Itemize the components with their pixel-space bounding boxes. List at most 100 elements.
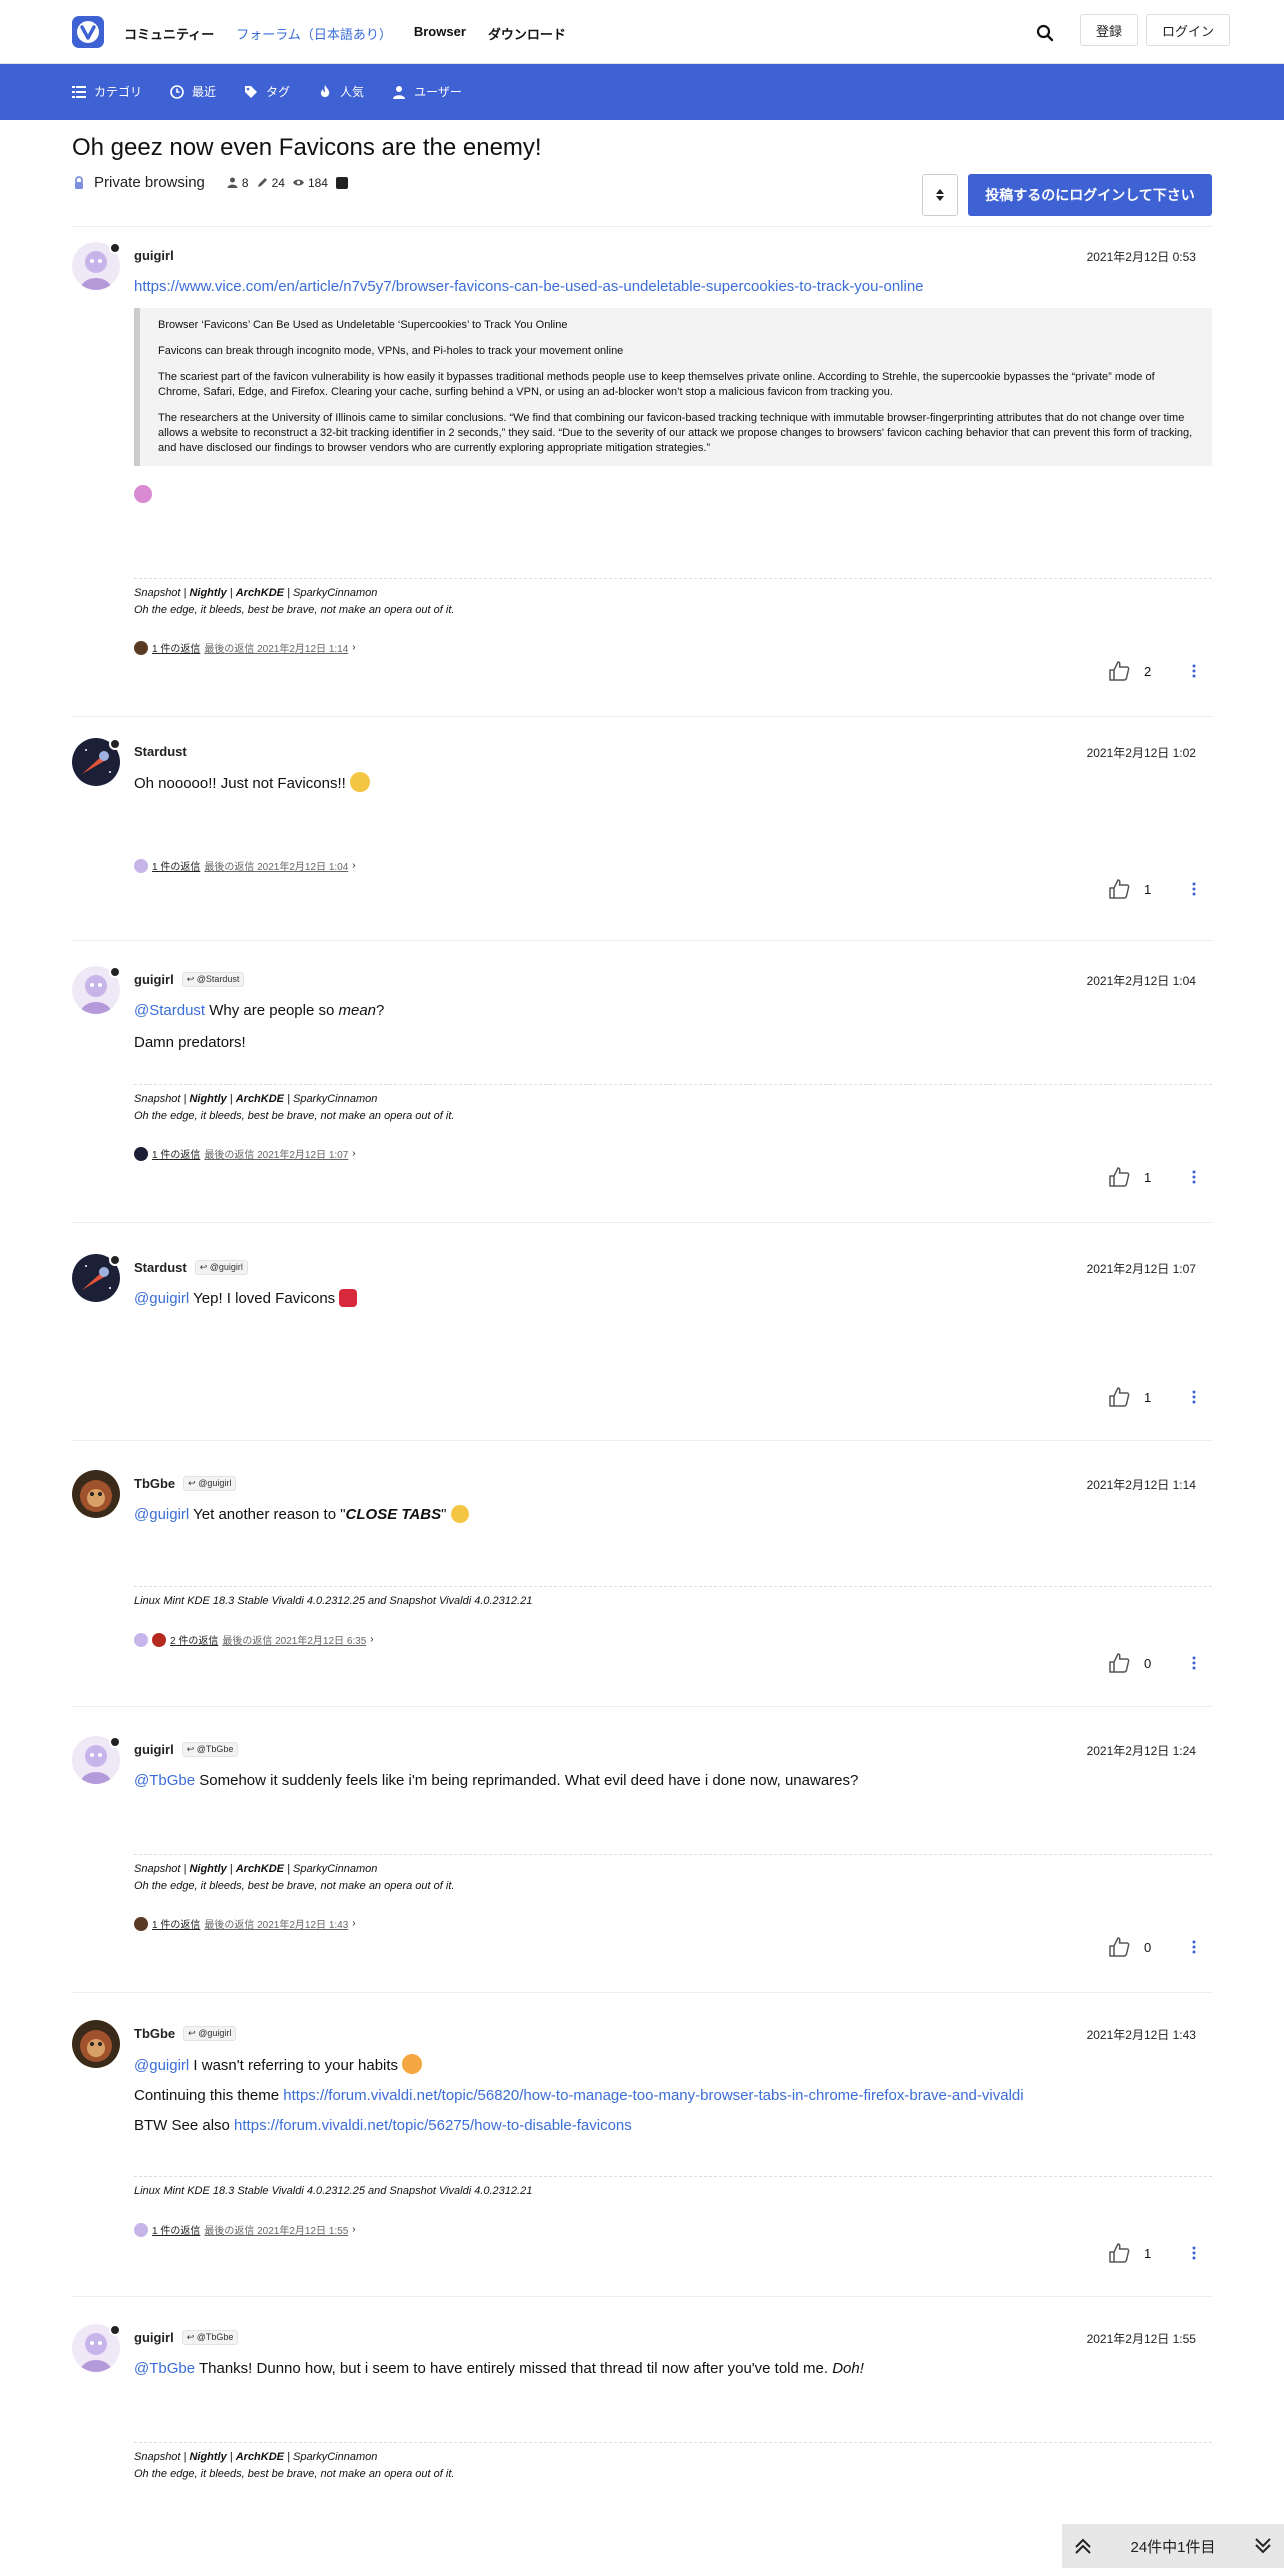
replies-bar[interactable]: 2 件の返信 最後の返信 2021年2月12日 6:35 › — [134, 1632, 374, 1647]
nav-forum[interactable]: フォーラム（日本語あり） — [236, 24, 392, 43]
rss-icon[interactable] — [335, 176, 348, 189]
search-icon[interactable] — [1036, 24, 1054, 42]
thumbs-up-icon[interactable] — [1108, 1652, 1130, 1674]
mention-link[interactable]: @Stardust — [134, 1002, 205, 1019]
author-name[interactable]: guigirl — [134, 248, 174, 263]
subnav-categories[interactable]: カテゴリ — [72, 83, 142, 100]
more-options-icon[interactable] — [1192, 664, 1196, 678]
replies-count[interactable]: 1 件の返信 — [152, 640, 200, 655]
replies-bar[interactable]: 1 件の返信 最後の返信 2021年2月12日 1:55 › — [134, 2222, 356, 2237]
thumbs-up-icon[interactable] — [1108, 1166, 1130, 1188]
post-separator — [72, 716, 1212, 717]
nav-browser[interactable]: Browser — [414, 24, 466, 43]
reply-to-badge[interactable]: ↩ @guigirl — [183, 2026, 237, 2041]
thumbs-up-icon[interactable] — [1108, 1386, 1130, 1408]
views-stat: 184 — [292, 176, 328, 190]
post-separator — [72, 1222, 1212, 1223]
double-chevron-up-icon[interactable] — [1072, 2535, 1094, 2557]
more-options-icon[interactable] — [1192, 1170, 1196, 1184]
replies-count[interactable]: 1 件の返信 — [152, 1916, 200, 1931]
author-name[interactable]: TbGbe ↩ @guigirl — [134, 1476, 237, 1491]
subnav-recent[interactable]: 最近 — [170, 83, 216, 100]
more-options-icon[interactable] — [1192, 1656, 1196, 1670]
last-reply[interactable]: 最後の返信 2021年2月12日 1:07 — [204, 1146, 348, 1161]
quote-paragraph: Browser ‘Favicons’ Can Be Used as Undele… — [158, 319, 568, 331]
nav-download[interactable]: ダウンロード — [488, 24, 566, 43]
mention-link[interactable]: @guigirl — [134, 2057, 189, 2074]
thumbs-up-icon[interactable] — [1108, 878, 1130, 900]
author-name[interactable]: guigirl ↩ @Stardust — [134, 972, 245, 987]
more-options-icon[interactable] — [1192, 2246, 1196, 2260]
replies-bar[interactable]: 1 件の返信 最後の返信 2021年2月12日 1:04 › — [134, 858, 356, 873]
post-text: " — [441, 1506, 447, 1523]
subnav-popular[interactable]: 人気 — [318, 83, 364, 100]
chevron-right-icon: › — [352, 642, 356, 653]
woman-shrugging-emoji — [134, 485, 152, 503]
replies-bar[interactable]: 1 件の返信 最後の返信 2021年2月12日 1:14 › — [134, 640, 356, 655]
avatar[interactable] — [72, 1470, 120, 1518]
reply-avatar — [134, 2222, 148, 2237]
sort-button[interactable] — [922, 174, 958, 216]
replies-bar[interactable]: 1 件の返信 最後の返信 2021年2月12日 1:43 › — [134, 1916, 356, 1931]
author-name[interactable]: TbGbe ↩ @guigirl — [134, 2026, 237, 2041]
posts-count: 24 — [271, 175, 285, 190]
replies-count[interactable]: 2 件の返信 — [170, 1632, 218, 1647]
more-options-icon[interactable] — [1192, 882, 1196, 896]
more-options-icon[interactable] — [1192, 1390, 1196, 1404]
replies-count[interactable]: 1 件の返信 — [152, 2222, 200, 2237]
last-reply[interactable]: 最後の返信 2021年2月12日 1:55 — [204, 2222, 348, 2237]
category-link[interactable]: Private browsing — [94, 174, 205, 191]
last-reply[interactable]: 最後の返信 2021年2月12日 1:43 — [204, 1916, 348, 1931]
avatar[interactable] — [72, 2020, 120, 2068]
reply-to-badge[interactable]: ↩ @TbGbe — [181, 1742, 239, 1757]
subnav-tags[interactable]: タグ — [244, 83, 290, 100]
last-reply[interactable]: 最後の返信 2021年2月12日 1:14 — [204, 640, 348, 655]
thumbs-up-icon[interactable] — [1108, 660, 1130, 682]
mention-link[interactable]: @TbGbe — [134, 1772, 195, 1789]
post-timestamp[interactable]: 2021年2月12日 1:04 — [1087, 972, 1196, 989]
reply-to-badge[interactable]: ↩ @guigirl — [194, 1260, 248, 1275]
post-separator — [72, 1992, 1212, 1993]
thumbs-up-icon[interactable] — [1108, 1936, 1130, 1958]
post-timestamp[interactable]: 2021年2月12日 0:53 — [1087, 248, 1196, 265]
post: guigirl ↩ @TbGbe 2021年2月12日 1:55 @TbGbe T… — [72, 2314, 1212, 2524]
more-options-icon[interactable] — [1192, 1940, 1196, 1954]
author-name[interactable]: guigirl ↩ @TbGbe — [134, 1742, 239, 1757]
register-button[interactable]: 登録 — [1080, 14, 1138, 46]
mention-link[interactable]: @guigirl — [134, 1506, 189, 1523]
mention-link[interactable]: @TbGbe — [134, 2360, 195, 2377]
reply-to-label: @TbGbe — [196, 1744, 234, 1754]
replies-bar[interactable]: 1 件の返信 最後の返信 2021年2月12日 1:07 › — [134, 1146, 356, 1161]
post-timestamp[interactable]: 2021年2月12日 1:24 — [1087, 1742, 1196, 1759]
author-name[interactable]: guigirl ↩ @TbGbe — [134, 2330, 239, 2345]
author-label: Stardust — [134, 744, 187, 759]
post-timestamp[interactable]: 2021年2月12日 1:07 — [1087, 1260, 1196, 1277]
login-to-post-button[interactable]: 投稿するのにログインして下さい — [968, 174, 1212, 216]
mention-link[interactable]: @guigirl — [134, 1290, 189, 1307]
vivaldi-logo[interactable] — [72, 16, 104, 48]
pagination-label[interactable]: 24件中1件目 — [1130, 2536, 1215, 2557]
replies-count[interactable]: 1 件の返信 — [152, 858, 200, 873]
post-timestamp[interactable]: 2021年2月12日 1:14 — [1087, 1476, 1196, 1493]
topic-link[interactable]: https://forum.vivaldi.net/topic/56275/ho… — [234, 2117, 632, 2134]
post-timestamp[interactable]: 2021年2月12日 1:02 — [1087, 744, 1196, 761]
last-reply[interactable]: 最後の返信 2021年2月12日 6:35 — [222, 1632, 366, 1647]
replies-count[interactable]: 1 件の返信 — [152, 1146, 200, 1161]
login-button[interactable]: ログイン — [1146, 14, 1230, 46]
double-chevron-down-icon[interactable] — [1252, 2535, 1274, 2557]
reply-to-badge[interactable]: ↩ @guigirl — [183, 1476, 237, 1491]
post-timestamp[interactable]: 2021年2月12日 1:55 — [1087, 2330, 1196, 2347]
topic-title: Oh geez now even Favicons are the enemy! — [72, 134, 542, 161]
last-reply[interactable]: 最後の返信 2021年2月12日 1:04 — [204, 858, 348, 873]
thumbs-up-icon[interactable] — [1108, 2242, 1130, 2264]
author-name[interactable]: Stardust — [134, 744, 187, 759]
topic-link[interactable]: https://forum.vivaldi.net/topic/56820/ho… — [283, 2087, 1023, 2104]
signature-line-1: Snapshot | Nightly | ArchKDE | SparkyCin… — [134, 1861, 1212, 1878]
article-link[interactable]: https://www.vice.com/en/article/n7v5y7/b… — [134, 278, 924, 295]
reply-to-badge[interactable]: ↩ @TbGbe — [181, 2330, 239, 2345]
post-timestamp[interactable]: 2021年2月12日 1:43 — [1087, 2026, 1196, 2043]
reply-to-badge[interactable]: ↩ @Stardust — [181, 972, 245, 987]
subnav-users[interactable]: ユーザー — [392, 83, 462, 100]
author-name[interactable]: Stardust ↩ @guigirl — [134, 1260, 248, 1275]
nav-community[interactable]: コミュニティー — [124, 24, 214, 43]
